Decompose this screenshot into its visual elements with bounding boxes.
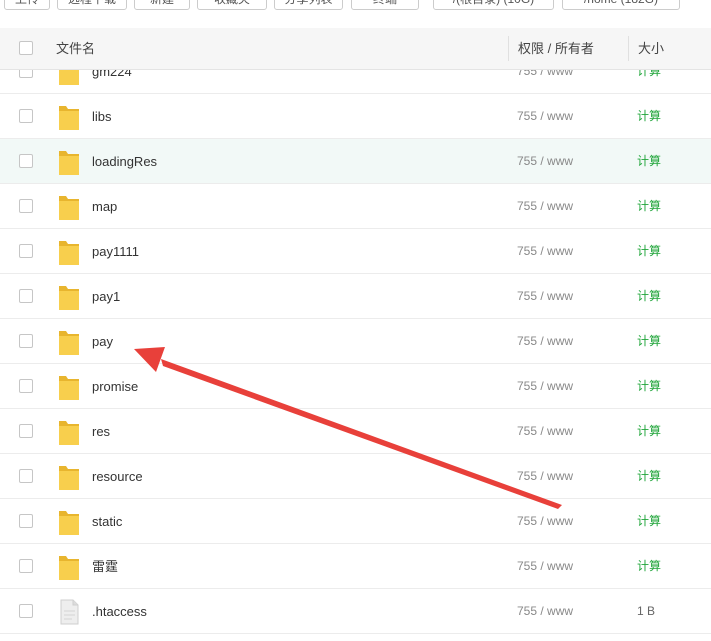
file-permission[interactable]: 755 / www (517, 499, 573, 544)
remote-download-button[interactable]: 远程下载 (57, 0, 127, 10)
file-permission[interactable]: 755 / www (517, 139, 573, 184)
terminal-button[interactable]: 终端 (351, 0, 419, 10)
file-name[interactable]: static (92, 499, 122, 544)
folder-icon (59, 241, 79, 265)
file-permission[interactable]: 755 / www (517, 94, 573, 139)
file-name[interactable]: loadingRes (92, 139, 157, 184)
file-size-calc[interactable]: 计算 (637, 184, 661, 229)
folder-icon (59, 376, 79, 400)
file-size-calc[interactable]: 计算 (637, 364, 661, 409)
file-toolbar: 上传 远程下载 新建 收藏夹 分享列表 终端 /(根目录) (10G) /hom… (0, 0, 711, 12)
row-checkbox[interactable] (19, 70, 33, 78)
file-permission[interactable]: 755 / www (517, 70, 573, 94)
folder-icon (59, 106, 79, 130)
column-header-size[interactable]: 大小 (638, 28, 664, 69)
file-name[interactable]: promise (92, 364, 138, 409)
file-row[interactable]: resource 755 / www 计算 (0, 454, 711, 499)
file-name[interactable]: map (92, 184, 117, 229)
file-size-calc[interactable]: 计算 (637, 274, 661, 319)
row-checkbox[interactable] (19, 199, 33, 213)
upload-button[interactable]: 上传 (4, 0, 50, 10)
file-name[interactable]: pay1111 (92, 229, 139, 274)
file-size-calc[interactable]: 计算 (637, 499, 661, 544)
file-size: 1 B (637, 604, 656, 618)
column-divider (628, 36, 629, 61)
folder-icon (59, 286, 79, 310)
row-checkbox[interactable] (19, 289, 33, 303)
file-name[interactable]: resource (92, 454, 143, 499)
file-size-calc[interactable]: 计算 (637, 409, 661, 454)
folder-icon (59, 421, 79, 445)
file-row[interactable]: pay1111 755 / www 计算 (0, 229, 711, 274)
folder-icon (59, 70, 79, 85)
folder-icon (59, 151, 79, 175)
file-row[interactable]: res 755 / www 计算 (0, 409, 711, 454)
column-header-permission[interactable]: 权限 / 所有者 (518, 28, 594, 69)
folder-icon (59, 331, 79, 355)
file-permission[interactable]: 755 / www (517, 319, 573, 364)
folder-icon (59, 196, 79, 220)
file-row[interactable]: 雷霆 755 / www 计算 (0, 544, 711, 589)
file-name[interactable]: pay (92, 319, 113, 364)
column-divider (508, 36, 509, 61)
file-permission[interactable]: 755 / www (517, 229, 573, 274)
file-table-header: 文件名 权限 / 所有者 大小 (0, 28, 711, 70)
new-button[interactable]: 新建 (134, 0, 190, 10)
file-permission[interactable]: 755 / www (517, 454, 573, 499)
file-permission[interactable]: 755 / www (517, 364, 573, 409)
file-size-calc[interactable]: 计算 (637, 94, 661, 139)
file-name[interactable]: pay1 (92, 274, 120, 319)
folder-icon (59, 556, 79, 580)
file-name[interactable]: gm224 (92, 70, 132, 94)
file-size-calc[interactable]: 计算 (637, 544, 661, 589)
file-list: gm224 755 / www 计算 libs 755 / www 计算 loa… (0, 70, 711, 641)
file-permission[interactable]: 755 / www (517, 589, 573, 634)
row-checkbox[interactable] (19, 154, 33, 168)
row-checkbox[interactable] (19, 559, 33, 573)
folder-icon (59, 511, 79, 535)
share-list-button[interactable]: 分享列表 (274, 0, 343, 10)
file-permission[interactable]: 755 / www (517, 409, 573, 454)
file-name[interactable]: res (92, 409, 110, 454)
file-row[interactable]: pay1 755 / www 计算 (0, 274, 711, 319)
folder-icon (59, 466, 79, 490)
file-permission[interactable]: 755 / www (517, 274, 573, 319)
file-size-calc[interactable]: 计算 (637, 229, 661, 274)
file-icon (60, 599, 79, 625)
root-disk-button[interactable]: /(根目录) (10G) (433, 0, 554, 10)
file-row[interactable]: map 755 / www 计算 (0, 184, 711, 229)
row-checkbox[interactable] (19, 469, 33, 483)
row-checkbox[interactable] (19, 244, 33, 258)
file-row[interactable]: libs 755 / www 计算 (0, 94, 711, 139)
file-permission[interactable]: 755 / www (517, 184, 573, 229)
select-all-checkbox[interactable] (19, 41, 33, 55)
file-row[interactable]: .htaccess 755 / www 1 B (0, 589, 711, 634)
file-size-calc[interactable]: 计算 (637, 319, 661, 364)
row-checkbox[interactable] (19, 514, 33, 528)
file-permission[interactable]: 755 / www (517, 544, 573, 589)
file-size-calc[interactable]: 计算 (637, 70, 661, 94)
file-row[interactable]: promise 755 / www 计算 (0, 364, 711, 409)
file-row[interactable]: loadingRes 755 / www 计算 (0, 139, 711, 184)
row-checkbox[interactable] (19, 109, 33, 123)
row-checkbox[interactable] (19, 334, 33, 348)
row-checkbox[interactable] (19, 379, 33, 393)
file-name[interactable]: 雷霆 (92, 544, 118, 589)
favorites-button[interactable]: 收藏夹 (197, 0, 267, 10)
home-disk-button[interactable]: /home (182G) (562, 0, 680, 10)
file-size-calc[interactable]: 计算 (637, 454, 661, 499)
file-name[interactable]: libs (92, 94, 112, 139)
file-name[interactable]: .htaccess (92, 589, 147, 634)
file-row[interactable]: pay 755 / www 计算 (0, 319, 711, 364)
column-header-name[interactable]: 文件名 (56, 28, 95, 69)
row-checkbox[interactable] (19, 424, 33, 438)
file-size-calc[interactable]: 计算 (637, 139, 661, 184)
row-checkbox[interactable] (19, 604, 33, 618)
file-row[interactable]: static 755 / www 计算 (0, 499, 711, 544)
file-row[interactable]: gm224 755 / www 计算 (0, 70, 711, 94)
